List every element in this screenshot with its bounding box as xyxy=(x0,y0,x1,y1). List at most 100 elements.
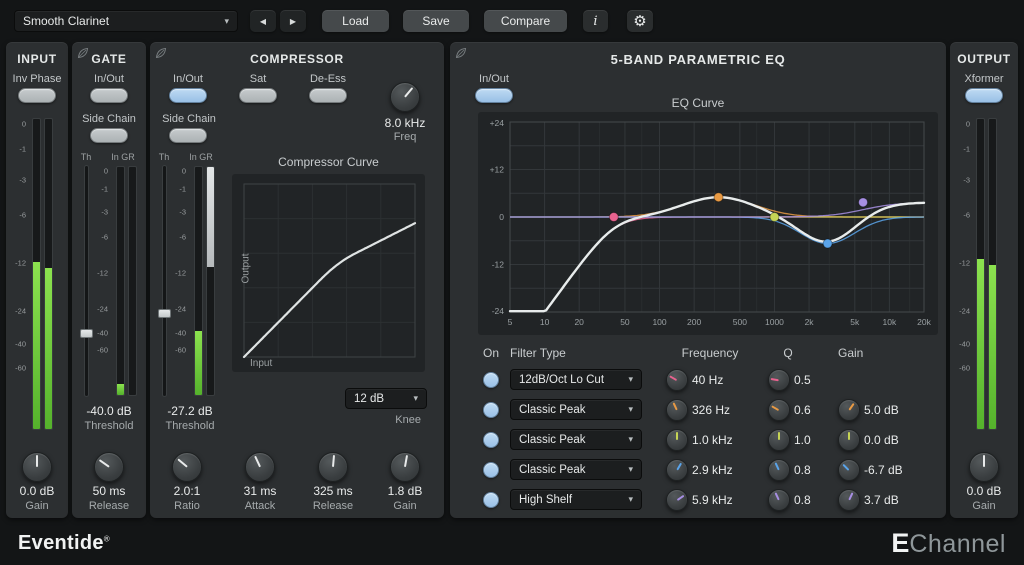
gate-title: GATE xyxy=(72,52,146,66)
eq-curve-graph[interactable]: 510205010020050010002k5k10k20k+24+120-12… xyxy=(478,112,938,335)
band2-filter-dropdown[interactable]: Classic Peak▾ xyxy=(510,399,642,420)
comp-inout-toggle[interactable] xyxy=(169,88,207,103)
band2-on-toggle[interactable] xyxy=(483,402,499,418)
eq-header-filter: Filter Type xyxy=(510,346,566,360)
knob-indicator xyxy=(771,378,780,381)
eq-band-dot[interactable] xyxy=(859,198,868,207)
input-meter-left xyxy=(32,118,41,430)
xformer-toggle[interactable] xyxy=(965,88,1003,103)
band3-gain-knob[interactable] xyxy=(838,429,860,451)
gate-sidechain-toggle[interactable] xyxy=(90,128,128,143)
gate-threshold-slider[interactable] xyxy=(85,166,88,396)
chevron-down-icon: ▾ xyxy=(224,16,229,27)
comp-threshold-label: Threshold xyxy=(150,420,230,432)
knob-indicator xyxy=(332,455,335,467)
brand-text: Eventide xyxy=(18,532,104,554)
band1-filter-dropdown[interactable]: 12dB/Oct Lo Cut▾ xyxy=(510,369,642,390)
comp-sidechain-toggle[interactable] xyxy=(169,128,207,143)
input-meter-right xyxy=(44,118,53,430)
input-gain-knob[interactable] xyxy=(22,452,52,482)
compare-button[interactable]: Compare xyxy=(484,10,567,32)
eq-panel: 5-BAND PARAMETRIC EQ In/Out EQ Curve 510… xyxy=(450,42,946,518)
svg-text:5k: 5k xyxy=(850,317,860,327)
knob-indicator xyxy=(778,432,780,440)
eq-band-row-5: High Shelf▾ 5.9 kHz 0.8 3.7 dB xyxy=(450,485,946,515)
output-gain-label: Gain xyxy=(954,500,1014,512)
eq-composite-curve xyxy=(510,197,924,311)
comp-th-label: Th xyxy=(154,152,174,162)
ratio-knob[interactable] xyxy=(172,452,202,482)
band4-on-toggle[interactable] xyxy=(483,462,499,478)
band4-q-knob[interactable] xyxy=(768,459,790,481)
compressor-title: COMPRESSOR xyxy=(150,52,444,66)
preset-next-button[interactable]: ▶ xyxy=(280,10,306,32)
gate-ingr-label: In GR xyxy=(106,152,140,162)
band2-gain-knob[interactable] xyxy=(838,399,860,421)
attack-knob[interactable] xyxy=(245,452,275,482)
gate-meter-scale: 0-1-3-6-12-24-40-60 xyxy=(92,166,110,396)
compressor-curve-graph: Output Input xyxy=(232,174,425,372)
band5-filter-dropdown[interactable]: High Shelf▾ xyxy=(510,489,642,510)
comp-deess-toggle[interactable] xyxy=(309,88,347,103)
comp-meter-scale: 0-1-3-6-12-24-40-60 xyxy=(170,166,188,396)
band4-filter-dropdown[interactable]: Classic Peak▾ xyxy=(510,459,642,480)
knob-indicator xyxy=(771,405,779,411)
preset-prev-button[interactable]: ◀ xyxy=(250,10,276,32)
comp-release-label: Release xyxy=(303,500,363,512)
svg-text:+24: +24 xyxy=(490,118,505,128)
band4-gain-knob[interactable] xyxy=(838,459,860,481)
band4-frequency-knob[interactable] xyxy=(666,459,688,481)
comp-threshold-slider[interactable] xyxy=(163,166,166,396)
band1-frequency-knob[interactable] xyxy=(666,369,688,391)
svg-text:1000: 1000 xyxy=(765,317,784,327)
svg-text:500: 500 xyxy=(733,317,747,327)
knee-dropdown[interactable]: 12 dB ▾ xyxy=(345,388,427,409)
svg-text:2k: 2k xyxy=(805,317,815,327)
comp-gain-knob[interactable] xyxy=(390,452,420,482)
preset-dropdown[interactable]: Smooth Clarinet ▾ xyxy=(14,10,238,32)
band3-q-knob[interactable] xyxy=(768,429,790,451)
comp-sat-toggle[interactable] xyxy=(239,88,277,103)
knob-indicator xyxy=(775,492,780,500)
chevron-down-icon: ▾ xyxy=(628,434,633,445)
ratio-label: Ratio xyxy=(157,500,217,512)
svg-text:+12: +12 xyxy=(490,165,505,175)
comp-ylabel: Output xyxy=(241,254,252,284)
band3-filter-dropdown[interactable]: Classic Peak▾ xyxy=(510,429,642,450)
band5-gain-knob[interactable] xyxy=(838,489,860,511)
deess-freq-value: 8.0 kHz xyxy=(375,116,435,130)
toolbar: Smooth Clarinet ▾ ◀ ▶ Load Save Compare … xyxy=(0,0,1024,42)
eq-band-dot[interactable] xyxy=(823,239,832,248)
band3-on-toggle[interactable] xyxy=(483,432,499,448)
chevron-down-icon: ▾ xyxy=(628,404,633,415)
band2-q-knob[interactable] xyxy=(768,399,790,421)
comp-xlabel: Input xyxy=(250,358,272,369)
comp-release-knob[interactable] xyxy=(318,452,348,482)
band3-frequency-knob[interactable] xyxy=(666,429,688,451)
info-button[interactable]: i xyxy=(583,10,608,32)
eq-band-dot[interactable] xyxy=(770,213,779,222)
gate-release-knob[interactable] xyxy=(94,452,124,482)
compressor-transfer-curve xyxy=(244,223,415,357)
eq-band-dot[interactable] xyxy=(714,193,723,202)
input-meter-scale: 0-1-3-6-12-24-40-60 xyxy=(10,118,28,430)
band5-frequency-knob[interactable] xyxy=(666,489,688,511)
comp-inout-label: In/Out xyxy=(158,73,218,85)
inv-phase-toggle[interactable] xyxy=(18,88,56,103)
output-gain-knob[interactable] xyxy=(969,452,999,482)
band2-frequency-knob[interactable] xyxy=(666,399,688,421)
eq-inout-label: In/Out xyxy=(464,73,524,85)
settings-button[interactable]: ⚙ xyxy=(627,10,653,32)
deess-freq-knob[interactable] xyxy=(390,82,420,112)
load-button[interactable]: Load xyxy=(322,10,389,32)
band5-on-toggle[interactable] xyxy=(483,492,499,508)
eq-band-dot[interactable] xyxy=(609,213,618,222)
save-button[interactable]: Save xyxy=(403,10,469,32)
eq-header-on: On xyxy=(483,346,499,360)
band1-on-toggle[interactable] xyxy=(483,372,499,388)
band1-q-knob[interactable] xyxy=(768,369,790,391)
input-gain-label: Gain xyxy=(7,500,67,512)
band5-q-knob[interactable] xyxy=(768,489,790,511)
gate-in-meter xyxy=(116,166,125,396)
gate-inout-toggle[interactable] xyxy=(90,88,128,103)
